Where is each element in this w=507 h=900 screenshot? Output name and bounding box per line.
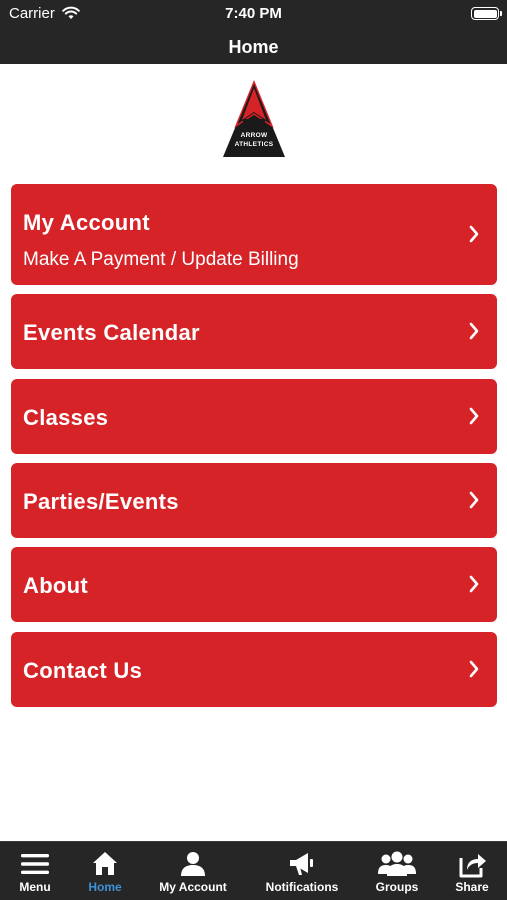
chevron-right-icon [469, 491, 479, 509]
tab-notifications[interactable]: Notifications [256, 842, 348, 900]
tab-groups[interactable]: Groups [360, 842, 434, 900]
tab-label: Share [455, 880, 489, 894]
tab-my-account[interactable]: My Account [146, 842, 240, 900]
menu-item-events-calendar[interactable]: Events Calendar [11, 294, 497, 369]
chevron-right-icon [469, 660, 479, 678]
tab-label: Groups [375, 880, 419, 894]
menu-item-contact-us[interactable]: Contact Us [11, 632, 497, 707]
menu-item-title: About [23, 573, 89, 598]
share-icon [459, 854, 486, 878]
person-icon [181, 852, 205, 876]
status-time: 7:40 PM [225, 5, 282, 22]
hamburger-icon [21, 854, 49, 874]
menu-item-title: Contact Us [23, 658, 143, 683]
top-bar: Carrier 7:40 PM Home [0, 0, 507, 64]
group-icon [378, 851, 416, 876]
tab-label: Menu [19, 880, 51, 894]
megaphone-icon [290, 853, 313, 875]
home-icon [93, 852, 117, 875]
tab-menu[interactable]: Menu [0, 842, 70, 900]
menu-item-title: Parties/Events [23, 489, 179, 514]
menu-item-parties-events[interactable]: Parties/Events [11, 463, 497, 538]
tab-bar: Menu Home My Account Notifications Group… [0, 841, 507, 900]
chevron-right-icon [469, 407, 479, 425]
chevron-right-icon [469, 575, 479, 593]
arrow-athletics-logo: ARROW ATHLETICS [222, 80, 286, 158]
chevron-right-icon [469, 322, 479, 340]
menu-item-title: My Account [23, 210, 150, 235]
tab-home[interactable]: Home [70, 842, 140, 900]
logo-line-1: ARROW [240, 132, 268, 139]
page-title: Home [228, 37, 279, 57]
menu-item-title: Events Calendar [23, 320, 200, 345]
chevron-right-icon [469, 225, 479, 243]
menu-item-my-account[interactable]: My Account Make A Payment / Update Billi… [11, 184, 497, 285]
tab-label: Notifications [265, 880, 339, 894]
menu-item-title: Classes [23, 405, 109, 430]
tab-label: My Account [159, 880, 227, 894]
menu-item-subtitle: Make A Payment / Update Billing [23, 249, 299, 270]
tab-label: Home [88, 880, 122, 894]
battery-icon [471, 7, 502, 20]
menu-item-classes[interactable]: Classes [11, 379, 497, 454]
status-bar: Carrier 7:40 PM [0, 0, 507, 28]
logo-line-2: ATHLETICS [234, 141, 274, 148]
tab-share[interactable]: Share [440, 842, 504, 900]
menu-item-about[interactable]: About [11, 547, 497, 622]
